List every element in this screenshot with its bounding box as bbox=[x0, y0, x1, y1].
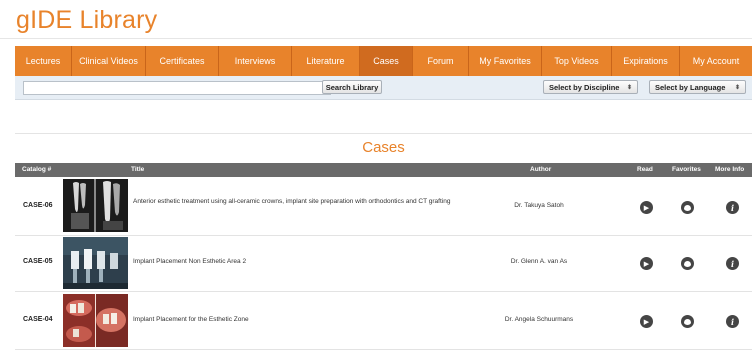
table-header: Catalog # Title Author Read Favorites Mo… bbox=[15, 163, 752, 177]
col-more-info: More Info bbox=[715, 166, 745, 173]
select-arrows-icon: ⬍ bbox=[626, 84, 632, 91]
catalog-number: CASE-05 bbox=[23, 258, 53, 265]
language-select[interactable]: Select by Language ⬍ bbox=[649, 80, 746, 94]
nav-item-expirations[interactable]: Expirations bbox=[612, 46, 680, 76]
nav-item-my-account[interactable]: My Account bbox=[680, 46, 752, 76]
play-circle-icon[interactable]: ▶ bbox=[640, 257, 653, 270]
heart-circle-icon[interactable] bbox=[681, 201, 694, 214]
case-thumbnail[interactable] bbox=[63, 237, 128, 289]
nav-item-certificates[interactable]: Certificates bbox=[146, 46, 219, 76]
case-thumbnail[interactable] bbox=[63, 179, 128, 232]
case-author: Dr. Angela Schuurmans bbox=[504, 316, 574, 323]
catalog-number: CASE-06 bbox=[23, 202, 53, 209]
col-read: Read bbox=[637, 166, 653, 173]
case-title-link[interactable]: Implant Placement for the Esthetic Zone bbox=[133, 316, 473, 325]
heart-circle-icon[interactable] bbox=[681, 315, 694, 328]
section-header: Cases bbox=[15, 133, 752, 164]
case-author: Dr. Takuya Satoh bbox=[514, 202, 564, 209]
section-title: Cases bbox=[362, 139, 405, 156]
table-row[interactable]: CASE-06 Anterior esthetic treatment usin… bbox=[15, 177, 752, 236]
play-circle-icon[interactable]: ▶ bbox=[640, 201, 653, 214]
case-thumbnail[interactable] bbox=[63, 294, 128, 347]
table-row[interactable]: CASE-05 Implant Placement Non Esthetic A… bbox=[15, 236, 752, 292]
catalog-number: CASE-04 bbox=[23, 316, 53, 323]
clinical-photo-thumbnail-icon bbox=[63, 294, 128, 347]
nav-item-clinical-videos[interactable]: Clinical Videos bbox=[72, 46, 146, 76]
search-bar: Search Library Select by Discipline ⬍ Se… bbox=[15, 76, 752, 100]
xray-thumbnail-icon bbox=[63, 179, 128, 232]
discipline-select[interactable]: Select by Discipline ⬍ bbox=[543, 80, 638, 94]
nav-item-my-favorites[interactable]: My Favorites bbox=[469, 46, 542, 76]
case-title-link[interactable]: Implant Placement Non Esthetic Area 2 bbox=[133, 258, 473, 267]
case-title-link[interactable]: Anterior esthetic treatment using all-ce… bbox=[133, 198, 473, 207]
info-circle-icon[interactable]: i bbox=[726, 315, 739, 328]
col-favorites: Favorites bbox=[672, 166, 701, 173]
col-author: Author bbox=[530, 166, 552, 173]
discipline-select-label: Select by Discipline bbox=[549, 82, 620, 92]
nav-item-cases[interactable]: Cases bbox=[360, 46, 413, 76]
nav-item-forum[interactable]: Forum bbox=[413, 46, 469, 76]
divider bbox=[0, 38, 752, 39]
select-arrows-icon: ⬍ bbox=[734, 84, 740, 91]
xray-implants-thumbnail-icon bbox=[63, 237, 128, 289]
info-circle-icon[interactable]: i bbox=[726, 201, 739, 214]
heart-circle-icon[interactable] bbox=[681, 257, 694, 270]
search-input[interactable] bbox=[23, 81, 331, 95]
nav-item-lectures[interactable]: Lectures bbox=[15, 46, 72, 76]
nav-item-top-videos[interactable]: Top Videos bbox=[542, 46, 612, 76]
main-nav: Lectures Clinical Videos Certificates In… bbox=[15, 46, 752, 76]
col-title: Title bbox=[131, 166, 145, 173]
search-library-button[interactable]: Search Library bbox=[322, 80, 382, 94]
nav-item-literature[interactable]: Literature bbox=[292, 46, 360, 76]
table-row[interactable]: CASE-04 Implant Placement for the Esthet… bbox=[15, 292, 752, 350]
col-catalog: Catalog # bbox=[22, 166, 52, 173]
nav-item-interviews[interactable]: Interviews bbox=[219, 46, 292, 76]
info-circle-icon[interactable]: i bbox=[726, 257, 739, 270]
play-circle-icon[interactable]: ▶ bbox=[640, 315, 653, 328]
app-title: gIDE Library bbox=[16, 6, 158, 34]
language-select-label: Select by Language bbox=[655, 82, 726, 92]
case-author: Dr. Glenn A. van As bbox=[510, 258, 568, 265]
